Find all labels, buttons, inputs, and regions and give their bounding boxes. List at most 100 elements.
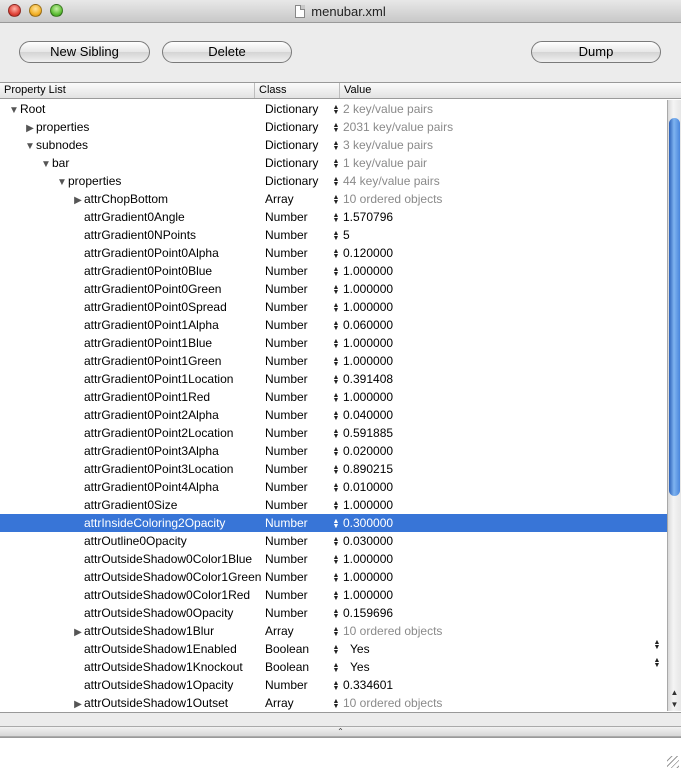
value-cell[interactable]: ▲ ▼ 0.391408 [330, 370, 667, 388]
class-popup-arrows-icon[interactable]: ▲ ▼ [330, 176, 342, 188]
class-cell[interactable]: Number [265, 370, 335, 388]
class-cell[interactable]: Number [265, 586, 335, 604]
outline-row[interactable]: attrGradient0Point1Location Number ▲ ▼ 0.391… [0, 370, 667, 388]
outline-row[interactable]: attrOutsideShadow1Opacity Number ▲ ▼ 0.33460… [0, 676, 667, 694]
class-popup-arrows-icon[interactable]: ▲ ▼ [330, 122, 342, 134]
class-popup-arrows-icon[interactable]: ▲ ▼ [330, 482, 342, 494]
property-cell[interactable]: ▼properties [0, 172, 308, 192]
class-popup-arrows-icon[interactable]: ▲ ▼ [330, 680, 342, 692]
value-cell[interactable]: ▲ ▼ 1 key/value pair [330, 154, 667, 172]
property-list-outline[interactable]: Property List Class Value ▼Root Dictionar… [0, 82, 681, 713]
class-cell[interactable]: Boolean [265, 640, 335, 658]
value-popup-arrows-icon[interactable]: ▲ ▼ [651, 658, 663, 669]
class-cell[interactable]: Array [265, 190, 335, 208]
outline-row[interactable]: attrGradient0Point1Red Number ▲ ▼ 1.000000 [0, 388, 667, 406]
class-cell[interactable]: Number [265, 514, 335, 532]
class-popup-arrows-icon[interactable]: ▲ ▼ [330, 518, 342, 530]
class-cell[interactable]: Number [265, 568, 335, 586]
class-popup-arrows-icon[interactable]: ▲ ▼ [330, 410, 342, 422]
class-cell[interactable]: Number [265, 460, 335, 478]
class-popup-arrows-icon[interactable]: ▲ ▼ [330, 590, 342, 602]
class-popup-arrows-icon[interactable]: ▲ ▼ [330, 266, 342, 278]
class-popup-arrows-icon[interactable]: ▲ ▼ [330, 500, 342, 512]
outline-row[interactable]: attrOutline0Opacity Number ▲ ▼ 0.030000 [0, 532, 667, 550]
outline-row[interactable]: attrOutsideShadow0Color1Green Number ▲ ▼ 1.0… [0, 568, 667, 586]
class-popup-arrows-icon[interactable]: ▲ ▼ [330, 554, 342, 566]
class-cell[interactable]: Array [265, 694, 335, 712]
value-cell[interactable]: ▲ ▼ 1.000000 [330, 298, 667, 316]
outline-row[interactable]: attrOutsideShadow0Color1Red Number ▲ ▼ 1.000… [0, 586, 667, 604]
class-popup-arrows-icon[interactable]: ▲ ▼ [330, 698, 342, 710]
outline-row[interactable]: ▼properties Dictionary ▲ ▼ 44 key/value pair… [0, 172, 667, 190]
class-cell[interactable]: Boolean [265, 658, 335, 676]
outline-row[interactable]: attrOutsideShadow0Opacity Number ▲ ▼ 0.15969… [0, 604, 667, 622]
class-cell[interactable]: Dictionary [265, 100, 335, 118]
value-cell[interactable]: ▲ ▼ 1.000000 [330, 262, 667, 280]
value-cell[interactable]: ▲ ▼ 1.000000 [330, 352, 667, 370]
class-popup-arrows-icon[interactable]: ▲ ▼ [330, 608, 342, 620]
class-popup-arrows-icon[interactable]: ▲ ▼ [330, 212, 342, 224]
disclosure-collapsed-icon[interactable]: ▶ [72, 696, 84, 712]
class-popup-arrows-icon[interactable]: ▲ ▼ [330, 356, 342, 368]
outline-row[interactable]: attrInsideColoring2Opacity Number ▲ ▼ 0.3000… [0, 514, 667, 532]
class-popup-arrows-icon[interactable]: ▲ ▼ [330, 104, 342, 116]
value-cell[interactable]: ▲ ▼ Yes ▲ ▼ [330, 658, 667, 676]
class-cell[interactable]: Number [265, 676, 335, 694]
value-cell[interactable]: ▲ ▼ 1.000000 [330, 586, 667, 604]
class-popup-arrows-icon[interactable]: ▲ ▼ [330, 662, 342, 674]
value-cell[interactable]: ▲ ▼ 0.060000 [330, 316, 667, 334]
outline-row[interactable]: ▼bar Dictionary ▲ ▼ 1 key/value pair [0, 154, 667, 172]
class-popup-arrows-icon[interactable]: ▲ ▼ [330, 446, 342, 458]
outline-row[interactable]: attrGradient0NPoints Number ▲ ▼ 5 [0, 226, 667, 244]
class-cell[interactable]: Number [265, 478, 335, 496]
class-popup-arrows-icon[interactable]: ▲ ▼ [330, 338, 342, 350]
value-cell[interactable]: ▲ ▼ 0.040000 [330, 406, 667, 424]
class-popup-arrows-icon[interactable]: ▲ ▼ [330, 626, 342, 638]
scrollbar-thumb[interactable] [669, 118, 680, 496]
outline-row[interactable]: ▶ properties Dictionary ▲ ▼ 2031 key/value pa… [0, 118, 667, 136]
value-cell[interactable]: ▲ ▼ 3 key/value pairs [330, 136, 667, 154]
outline-row[interactable]: ▶ attrOutsideShadow1Outset Array ▲ ▼ 10 order… [0, 694, 667, 712]
class-cell[interactable]: Number [265, 424, 335, 442]
class-popup-arrows-icon[interactable]: ▲ ▼ [330, 644, 342, 656]
class-popup-arrows-icon[interactable]: ▲ ▼ [330, 320, 342, 332]
vertical-scrollbar[interactable]: ▲ ▼ [667, 100, 681, 711]
outline-row[interactable]: attrGradient0Point0Blue Number ▲ ▼ 1.000000 [0, 262, 667, 280]
class-cell[interactable]: Array [265, 622, 335, 640]
class-popup-arrows-icon[interactable]: ▲ ▼ [330, 230, 342, 242]
class-cell[interactable]: Dictionary [265, 172, 335, 190]
outline-row[interactable]: attrGradient0Point1Green Number ▲ ▼ 1.000000 [0, 352, 667, 370]
outline-row[interactable]: attrGradient0Size Number ▲ ▼ 1.000000 [0, 496, 667, 514]
class-cell[interactable]: Number [265, 334, 335, 352]
class-cell[interactable]: Number [265, 208, 335, 226]
value-cell[interactable]: ▲ ▼ 1.000000 [330, 568, 667, 586]
property-cell[interactable]: ▶ properties [0, 118, 276, 138]
outline-row[interactable]: attrGradient0Point0Green Number ▲ ▼ 1.000000 [0, 280, 667, 298]
column-header-value[interactable]: Value [340, 83, 667, 98]
outline-row[interactable]: ▶ attrOutsideShadow1Blur Array ▲ ▼ 10 ordered… [0, 622, 667, 640]
outline-row[interactable]: attrGradient0Point0Spread Number ▲ ▼ 1.00000… [0, 298, 667, 316]
value-popup-arrows-icon[interactable]: ▲ ▼ [651, 640, 663, 651]
column-header-class[interactable]: Class [255, 83, 340, 98]
value-cell[interactable]: ▲ ▼ 10 ordered objects [330, 694, 667, 712]
class-cell[interactable]: Number [265, 442, 335, 460]
class-cell[interactable]: Number [265, 352, 335, 370]
split-view-divider[interactable]: ⌃ [0, 726, 681, 737]
value-cell[interactable]: ▲ ▼ Yes ▲ ▼ [330, 640, 667, 658]
property-cell[interactable]: ▼Root [0, 100, 260, 120]
class-cell[interactable]: Number [265, 532, 335, 550]
class-popup-arrows-icon[interactable]: ▲ ▼ [330, 428, 342, 440]
delete-button[interactable]: Delete [162, 41, 292, 63]
outline-row[interactable]: attrGradient0Point4Alpha Number ▲ ▼ 0.010000 [0, 478, 667, 496]
scroll-up-arrow-icon[interactable]: ▲ [668, 688, 681, 697]
class-popup-arrows-icon[interactable]: ▲ ▼ [330, 302, 342, 314]
value-cell[interactable]: ▲ ▼ 0.120000 [330, 244, 667, 262]
class-popup-arrows-icon[interactable]: ▲ ▼ [330, 194, 342, 206]
value-cell[interactable]: ▲ ▼ 0.159696 [330, 604, 667, 622]
class-popup-arrows-icon[interactable]: ▲ ▼ [330, 536, 342, 548]
class-popup-arrows-icon[interactable]: ▲ ▼ [330, 158, 342, 170]
scroll-down-arrow-icon[interactable]: ▼ [668, 700, 681, 709]
class-cell[interactable]: Number [265, 496, 335, 514]
outline-row[interactable]: attrGradient0Point1Blue Number ▲ ▼ 1.000000 [0, 334, 667, 352]
class-cell[interactable]: Number [265, 406, 335, 424]
